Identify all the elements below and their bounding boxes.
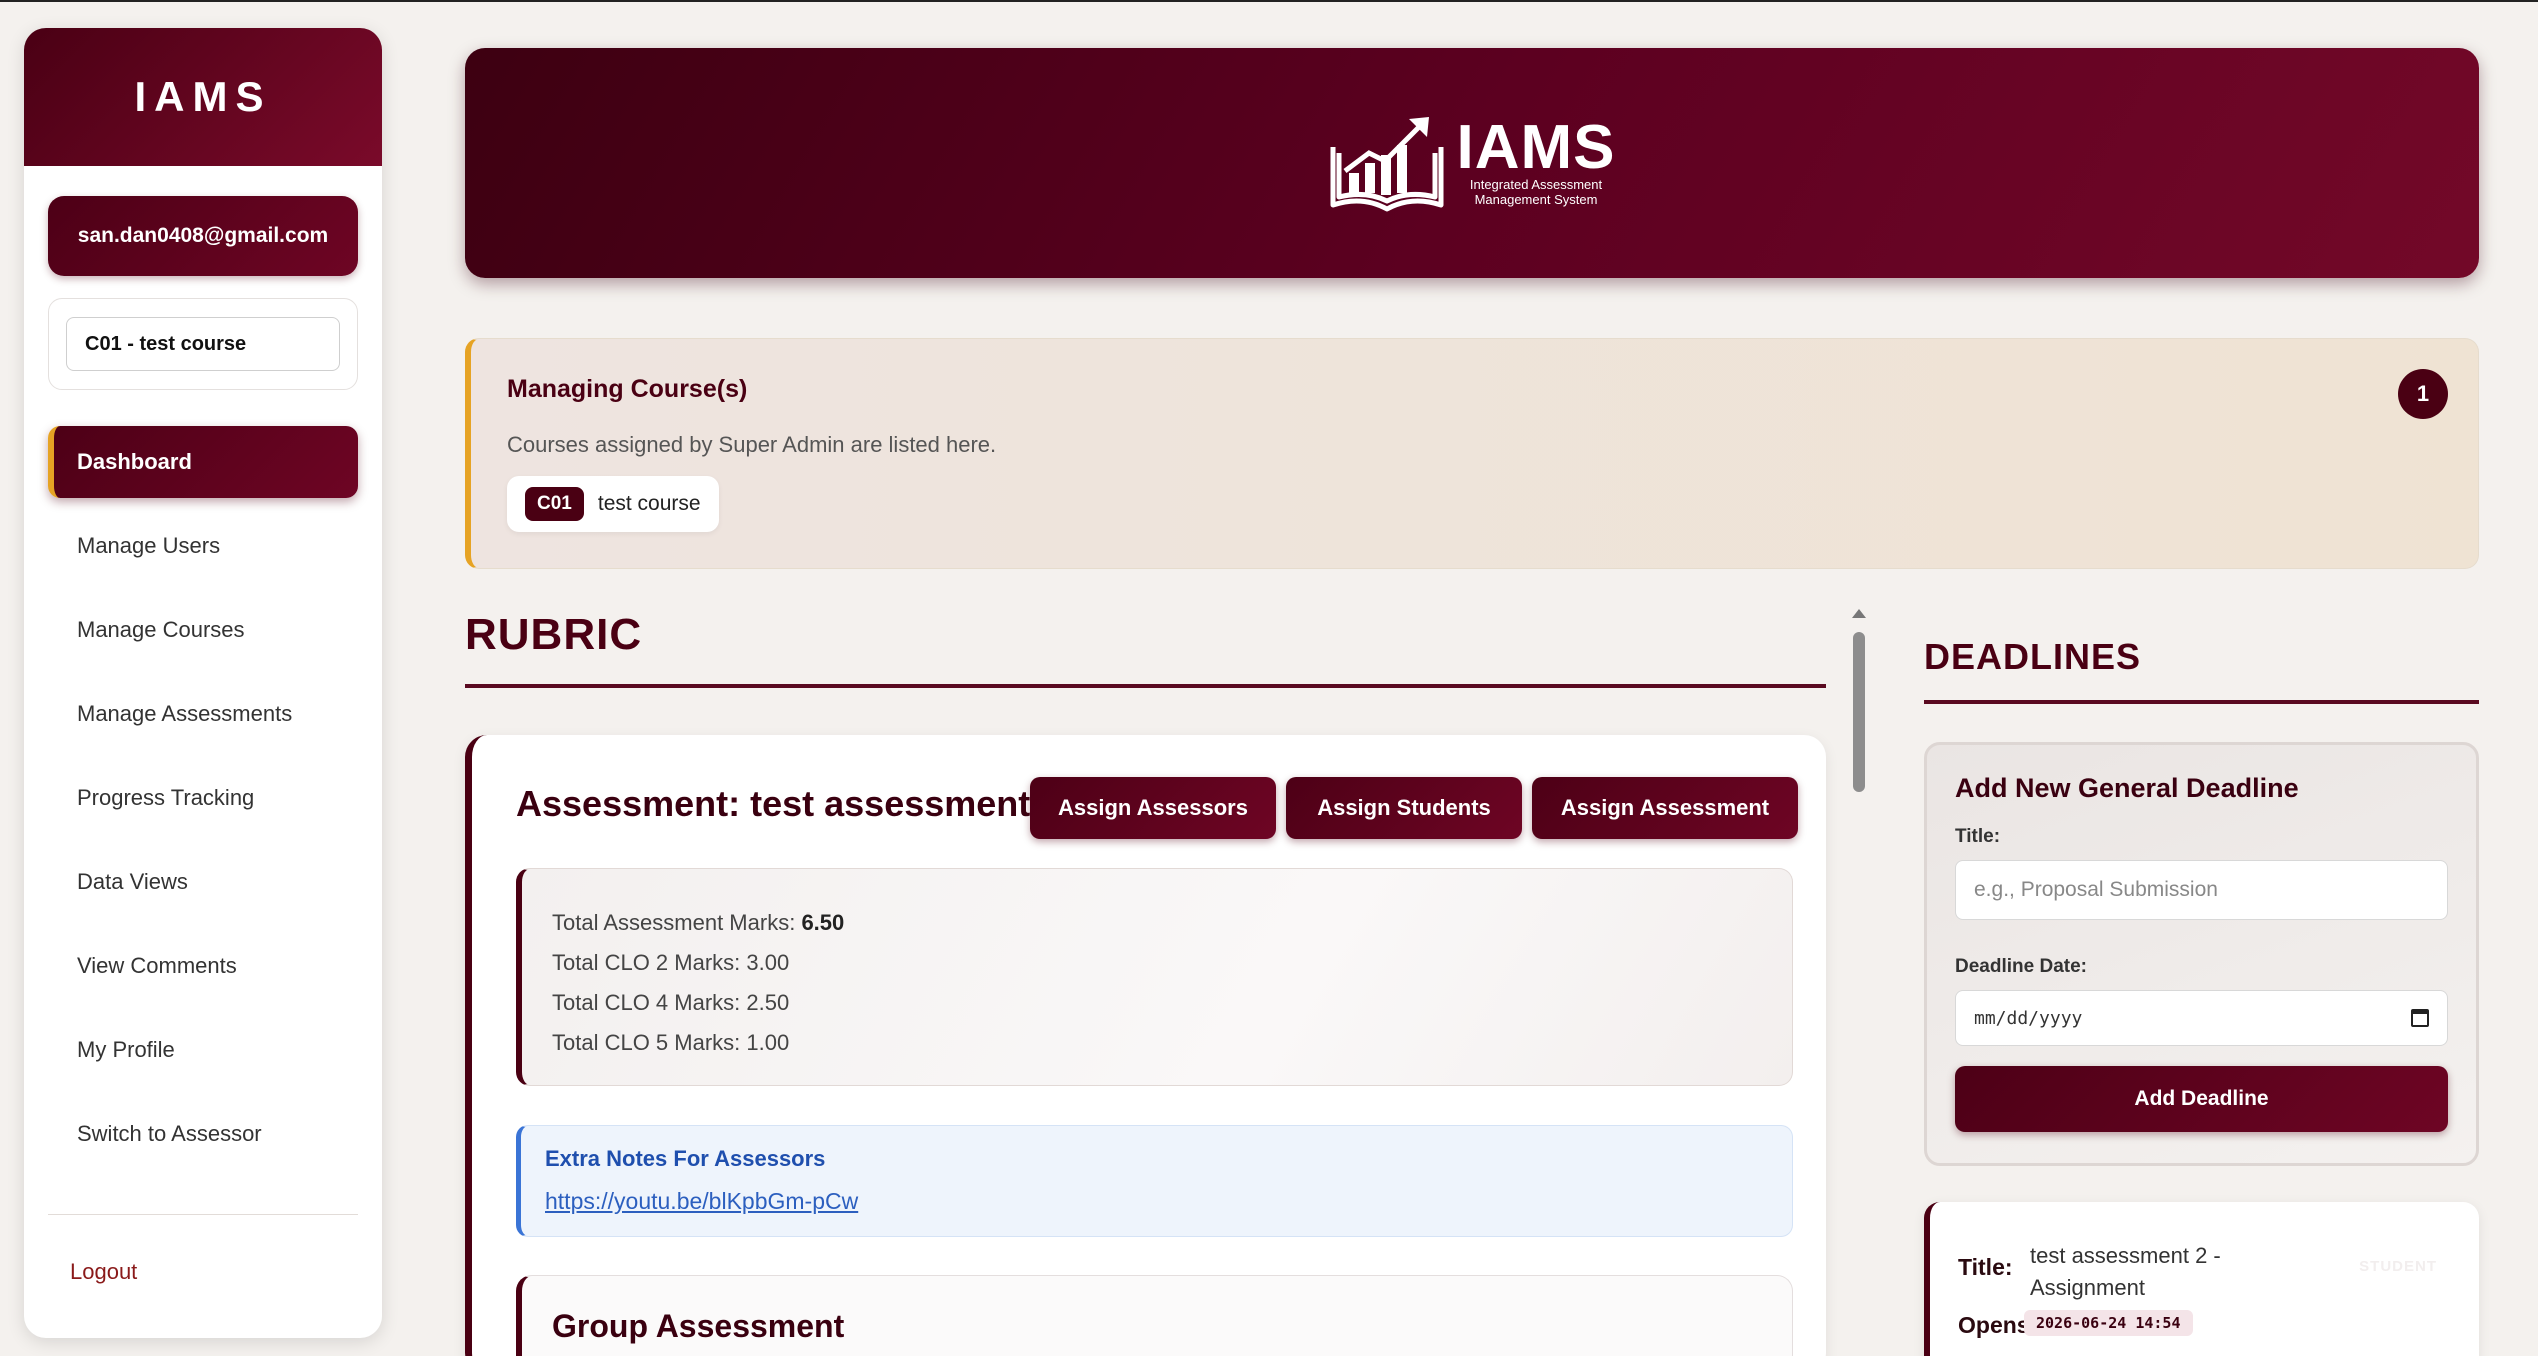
course-count-badge: 1	[2398, 369, 2448, 419]
header-banner: IAMS Integrated Assessment Management Sy…	[465, 48, 2479, 278]
rubric-underline	[465, 684, 1826, 688]
add-deadline-form: Add New General Deadline Title: e.g., Pr…	[1924, 742, 2479, 1166]
iams-logo[interactable]: IAMS Integrated Assessment Management Sy…	[1329, 113, 1616, 213]
scroll-up-icon[interactable]	[1852, 609, 1866, 618]
deadline-card: Title: test assessment 2 - Assignment ST…	[1924, 1202, 2479, 1356]
deadline-card-title-label: Title:	[1958, 1254, 2013, 1280]
logo-text: IAMS Integrated Assessment Management Sy…	[1456, 113, 1616, 208]
logo-subtitle-1: Integrated Assessment	[1469, 177, 1603, 192]
deadline-date-input[interactable]: mm/dd/yyyy	[1955, 990, 2448, 1046]
course-name: test course	[597, 492, 701, 515]
managing-courses-title: Managing Course(s)	[507, 375, 748, 403]
deadline-title-input[interactable]: e.g., Proposal Submission	[1955, 860, 2448, 920]
user-email-badge[interactable]: san.dan0408@gmail.com	[48, 196, 358, 276]
sidebar-item-switch-to-assessor[interactable]: Switch to Assessor	[48, 1098, 358, 1170]
marks-summary: Total Assessment Marks: 6.50 Total CLO 2…	[516, 868, 1793, 1086]
sidebar: IAMS san.dan0408@gmail.com C01 - test co…	[24, 28, 382, 1338]
logout-link[interactable]: Logout	[70, 1259, 382, 1285]
course-code-badge: C01	[525, 487, 584, 521]
assessment-card: Assessment: test assessment Assign Asses…	[465, 735, 1826, 1356]
clo4-marks: Total CLO 4 Marks: 2.50	[552, 990, 790, 1015]
clo2-marks: Total CLO 2 Marks: 3.00	[552, 950, 790, 975]
sidebar-item-manage-assessments[interactable]: Manage Assessments	[48, 678, 358, 750]
assessor-notes: Extra Notes For Assessors https://youtu.…	[516, 1125, 1793, 1237]
deadline-title-label: Title:	[1955, 826, 2001, 847]
sidebar-item-my-profile[interactable]: My Profile	[48, 1014, 358, 1086]
deadline-card-opens-date: 2026-06-24 14:54	[2024, 1310, 2193, 1336]
sidebar-nav: Dashboard Manage Users Manage Courses Ma…	[24, 426, 382, 1170]
deadline-card-title: test assessment 2 - Assignment	[2030, 1243, 2221, 1300]
group-assessment-title: Group Assessment	[552, 1308, 845, 1344]
sidebar-divider	[48, 1214, 358, 1215]
logo-subtitle-2: Management System	[1474, 192, 1598, 207]
assessor-notes-title: Extra Notes For Assessors	[545, 1146, 826, 1171]
course-select-wrapper: C01 - test course	[48, 298, 358, 390]
scroll-thumb[interactable]	[1853, 632, 1865, 792]
course-select[interactable]: C01 - test course	[66, 317, 340, 371]
sidebar-item-progress-tracking[interactable]: Progress Tracking	[48, 762, 358, 834]
calendar-icon[interactable]	[2411, 1009, 2429, 1027]
sidebar-item-manage-courses[interactable]: Manage Courses	[48, 594, 358, 666]
assessor-notes-link[interactable]: https://youtu.be/blKpbGm-pCw	[545, 1188, 1792, 1215]
total-marks-label: Total Assessment Marks:	[552, 910, 796, 935]
assessment-title: Assessment: test assessment	[516, 783, 1031, 824]
clo5-marks: Total CLO 5 Marks: 1.00	[552, 1030, 790, 1055]
course-chip[interactable]: C01 test course	[507, 476, 719, 532]
deadlines-underline	[1924, 700, 2479, 704]
add-deadline-button[interactable]: Add Deadline	[1955, 1066, 2448, 1132]
deadlines-heading: DEADLINES	[1924, 636, 2142, 677]
managing-courses-panel: Managing Course(s) Courses assigned by S…	[465, 338, 2479, 569]
sidebar-item-view-comments[interactable]: View Comments	[48, 930, 358, 1002]
group-assessment-section: Group Assessment	[516, 1275, 1793, 1356]
logo-title: IAMS	[1456, 113, 1616, 182]
sidebar-item-dashboard[interactable]: Dashboard	[48, 426, 358, 498]
sidebar-brand: IAMS	[24, 28, 382, 166]
rubric-heading: RUBRIC	[465, 610, 643, 659]
book-chart-icon	[1330, 117, 1443, 212]
total-marks-row: Total Assessment Marks: 6.50	[552, 903, 1792, 943]
sidebar-item-data-views[interactable]: Data Views	[48, 846, 358, 918]
sidebar-item-manage-users[interactable]: Manage Users	[48, 510, 358, 582]
total-marks-value: 6.50	[801, 910, 845, 935]
assign-students-button[interactable]: Assign Students	[1286, 777, 1522, 839]
managing-courses-description: Courses assigned by Super Admin are list…	[507, 432, 997, 457]
deadline-date-placeholder: mm/dd/yyyy	[1974, 1007, 2083, 1029]
deadline-card-tag: STUDENT	[2359, 1258, 2437, 1275]
rubric-scrollbar[interactable]	[1847, 605, 1871, 1356]
deadline-date-label: Deadline Date:	[1955, 956, 2087, 977]
add-deadline-title: Add New General Deadline	[1955, 773, 2299, 803]
assign-assessors-button[interactable]: Assign Assessors	[1030, 777, 1276, 839]
assign-assessment-button[interactable]: Assign Assessment	[1532, 777, 1798, 839]
